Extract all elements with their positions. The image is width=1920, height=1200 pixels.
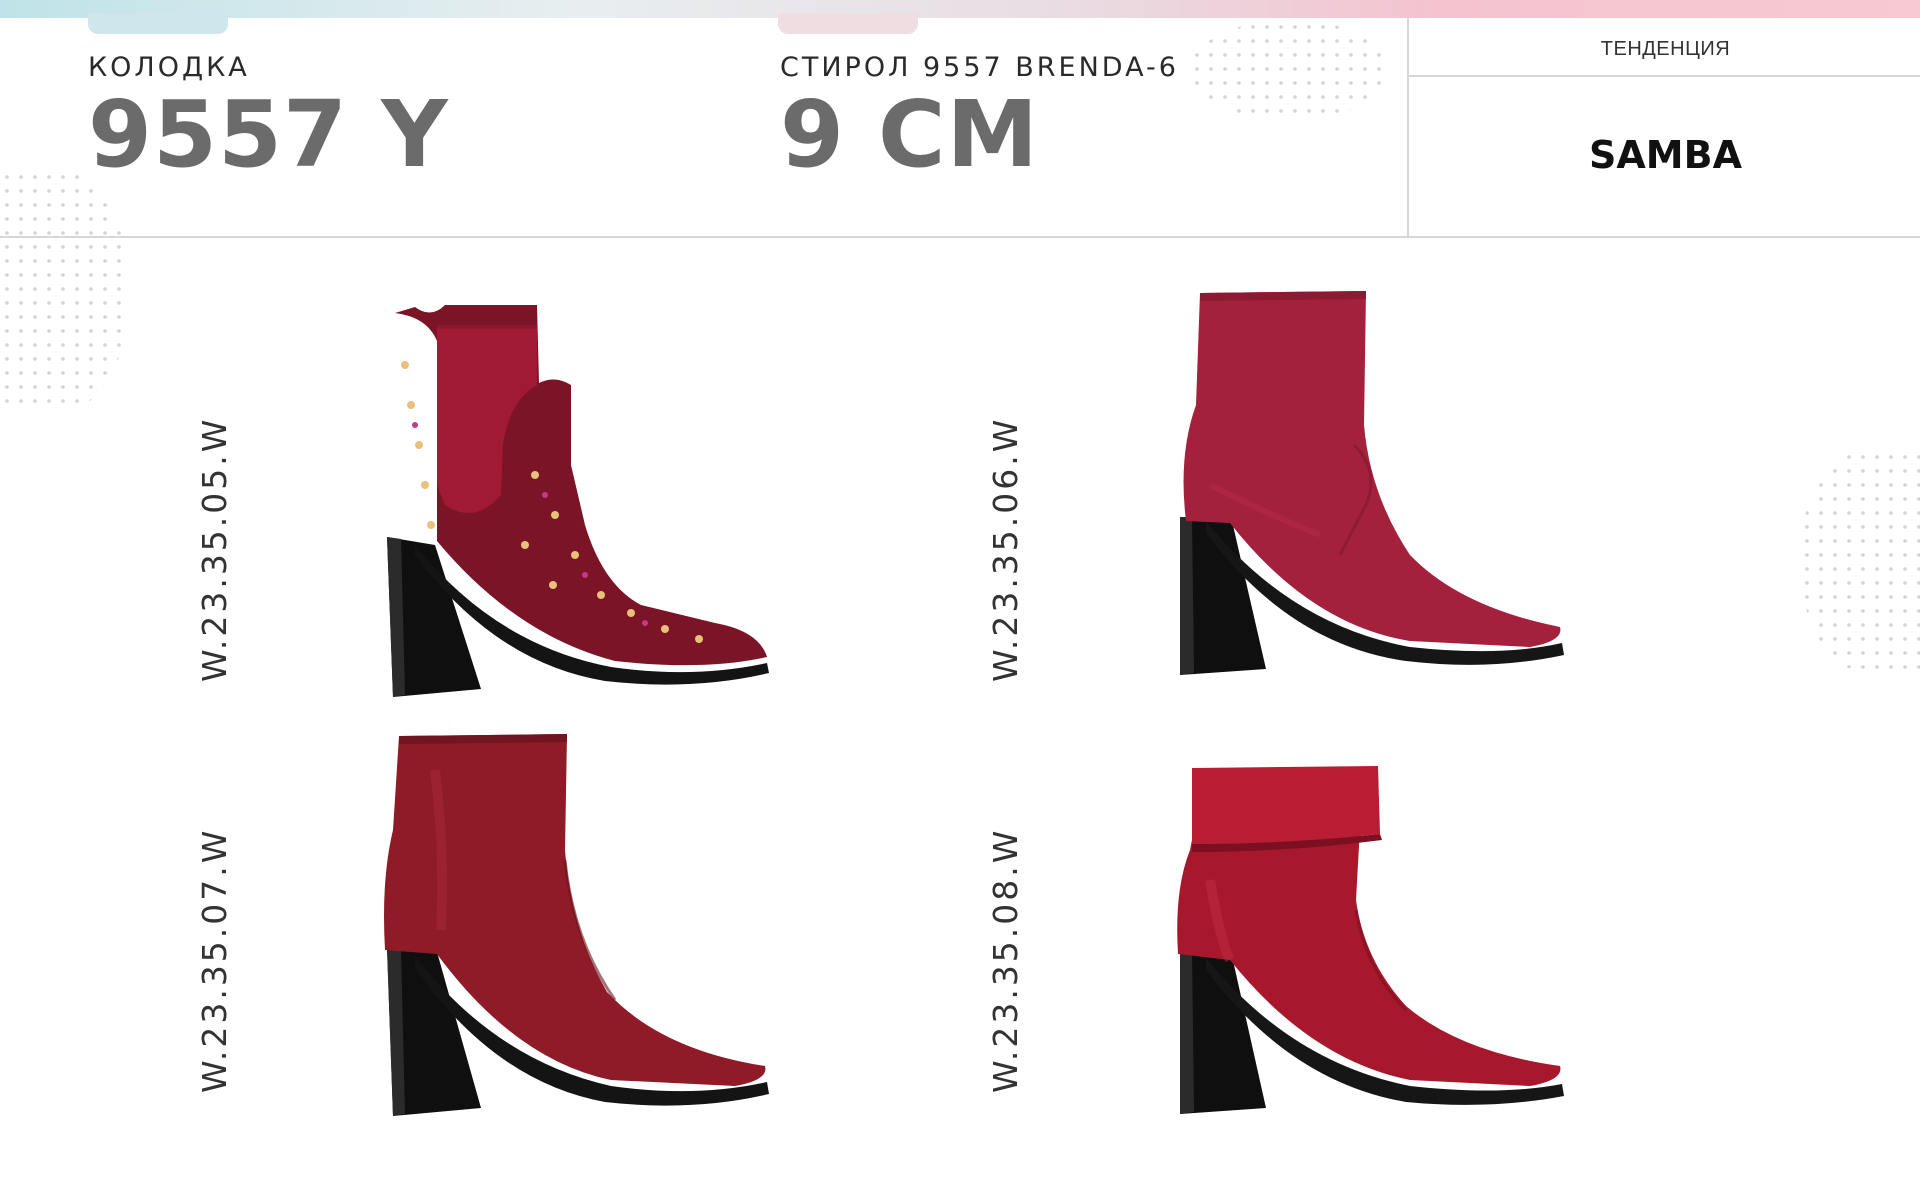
trend-value: SAMBA [1589,133,1742,177]
boot-image-3 [375,730,775,1130]
last-label: КОЛОДКА [88,52,250,83]
boot-image-1 [375,305,775,705]
product-code-4: W.23.35.08.W [986,827,1025,1093]
trend-box: ТЕНДЕНЦИЯ SAMBA [1407,18,1920,236]
heel-label: СТИРОЛ 9557 BRENDA-6 [780,52,1179,83]
product-code-3: W.23.35.07.W [195,827,234,1093]
last-value: 9557 Y [88,81,449,188]
top-gradient-bar [0,0,1920,18]
page-header: КОЛОДКА 9557 Y СТИРОЛ 9557 BRENDA-6 9 CM… [0,18,1920,238]
heel-info: СТИРОЛ 9557 BRENDA-6 9 CM [780,52,1179,183]
heel-value: 9 CM [780,81,1040,188]
trend-divider [1409,75,1920,77]
last-info: КОЛОДКА 9557 Y [88,52,449,183]
product-code-1: W.23.35.05.W [195,416,234,682]
product-code-2: W.23.35.06.W [986,416,1025,682]
dot-pattern-right [1800,450,1920,670]
boot-image-4 [1170,760,1570,1160]
trend-label: ТЕНДЕНЦИЯ [1600,38,1731,60]
boot-image-2 [1170,285,1570,685]
